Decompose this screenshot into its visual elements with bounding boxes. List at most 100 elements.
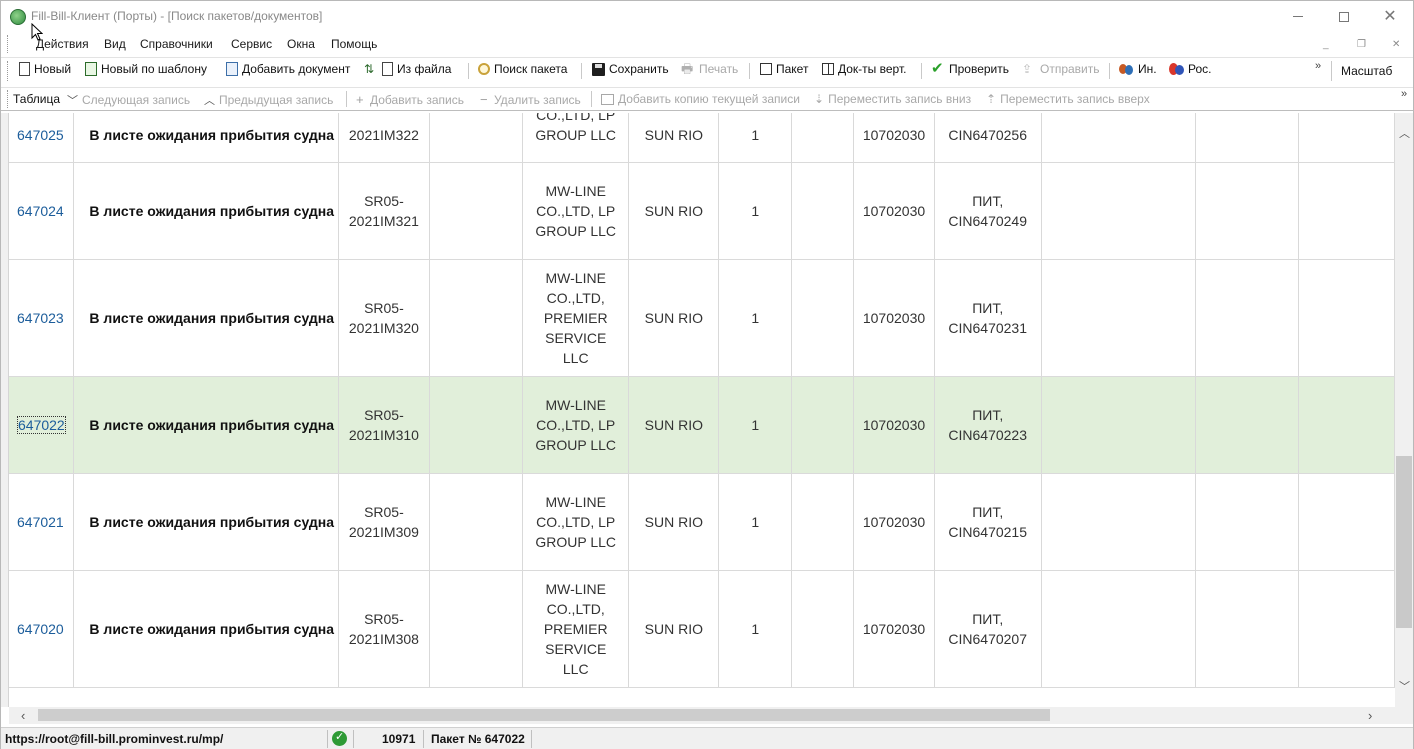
cell-vessel[interactable]: SUN RIO — [628, 473, 720, 571]
cell-empty[interactable] — [1195, 113, 1299, 163]
scroll-up-icon[interactable]: ︿ — [1399, 125, 1410, 141]
add-record-button[interactable]: + Добавить запись — [356, 92, 464, 107]
cell-empty[interactable] — [1041, 162, 1196, 260]
cell-code[interactable]: 10702030 — [853, 162, 935, 260]
menu-references[interactable]: Справочники — [140, 37, 213, 51]
cell-vessel[interactable]: SUN RIO — [628, 113, 720, 163]
menu-help[interactable]: Помощь — [331, 37, 377, 51]
cell-status[interactable]: В листе ожидания прибытия судна — [73, 376, 340, 474]
close-button[interactable]: ✕ — [1367, 1, 1413, 32]
package-button[interactable]: Пакет — [760, 62, 808, 76]
cell-package-id[interactable]: 647025 — [9, 113, 75, 163]
add-document-button[interactable]: Добавить документ — [226, 62, 350, 76]
cell-package-id[interactable]: 647022 — [9, 376, 75, 474]
menu-service[interactable]: Сервис — [231, 37, 272, 51]
toolbar-overflow-icon[interactable]: » — [1315, 60, 1321, 72]
cell-empty[interactable] — [1298, 473, 1395, 571]
cell-company[interactable]: MW-LINE CO.,LTD, PREMIER SERVICE LLC — [522, 259, 630, 377]
cell-empty[interactable] — [429, 259, 524, 377]
table-view-button[interactable]: Таблица — [13, 92, 60, 106]
mdi-close-icon[interactable]: ✕ — [1392, 39, 1400, 50]
vertical-scrollbar[interactable]: ︿ ﹀ — [1395, 113, 1413, 707]
horizontal-scroll-thumb[interactable] — [38, 709, 1050, 721]
cell-empty[interactable] — [1195, 570, 1299, 688]
move-up-button[interactable]: ⇡ Переместить запись вверх — [986, 92, 1150, 106]
cell-pit[interactable]: CIN6470256 — [934, 113, 1042, 163]
menubar-grip[interactable] — [7, 35, 10, 53]
cell-vessel[interactable]: SUN RIO — [628, 570, 720, 688]
cell-pit[interactable]: ПИТ, CIN6470249 — [934, 162, 1042, 260]
cell-reference[interactable]: SR05- 2021IM309 — [338, 473, 430, 571]
cell-code[interactable]: 10702030 — [853, 376, 935, 474]
cell-vessel[interactable]: SUN RIO — [628, 162, 720, 260]
cell-status[interactable]: В листе ожидания прибытия судна — [73, 570, 340, 688]
table-row[interactable]: 647023 В листе ожидания прибытия судна SR0… — [9, 259, 1395, 377]
cell-empty[interactable] — [1041, 570, 1196, 688]
table-row[interactable]: 647022 В листе ожидания прибытия судна SR0… — [9, 376, 1395, 474]
cell-quantity[interactable]: 1 — [718, 162, 793, 260]
cell-code[interactable]: 10702030 — [853, 259, 935, 377]
cell-empty[interactable] — [791, 113, 855, 163]
russian-button[interactable]: Рос. — [1169, 62, 1211, 76]
cell-empty[interactable] — [1195, 259, 1299, 377]
cell-empty[interactable] — [1041, 259, 1196, 377]
docs-vertical-button[interactable]: Док-ты верт. — [822, 62, 906, 76]
from-file-button[interactable]: ⇅ Из файла — [364, 62, 451, 76]
move-down-button[interactable]: ⇣ Переместить запись вниз — [814, 92, 971, 106]
cell-package-id[interactable]: 647024 — [9, 162, 75, 260]
cell-empty[interactable] — [1298, 376, 1395, 474]
menu-view[interactable]: Вид — [104, 37, 126, 51]
new-button[interactable]: Новый — [19, 62, 71, 76]
cell-empty[interactable] — [1041, 376, 1196, 474]
cell-status[interactable]: В листе ожидания прибытия судна — [73, 259, 340, 377]
scroll-down-icon[interactable]: ﹀ — [1399, 678, 1410, 694]
cell-code[interactable]: 10702030 — [853, 473, 935, 571]
scroll-right-icon[interactable]: › — [1368, 708, 1372, 723]
cell-company[interactable]: MW-LINE CO.,LTD, LP GROUP LLC — [522, 376, 630, 474]
cell-empty[interactable] — [791, 162, 855, 260]
cell-code[interactable]: 10702030 — [853, 570, 935, 688]
cell-package-id[interactable]: 647021 — [9, 473, 75, 571]
cell-company[interactable]: MW-LINE CO.,LTD, LP GROUP LLC — [522, 473, 630, 571]
cell-quantity[interactable]: 1 — [718, 570, 793, 688]
cell-empty[interactable] — [1298, 162, 1395, 260]
delete-record-button[interactable]: − Удалить запись — [480, 92, 581, 107]
cell-company[interactable]: MW-LINE CO.,LTD, PREMIER SERVICE LLC — [522, 570, 630, 688]
maximize-button[interactable] — [1321, 1, 1367, 32]
cell-pit[interactable]: ПИТ, CIN6470231 — [934, 259, 1042, 377]
cell-empty[interactable] — [1195, 473, 1299, 571]
table-row[interactable]: 647025 В листе ожидания прибытия судна 202… — [9, 113, 1395, 163]
horizontal-scrollbar[interactable]: ‹ › — [9, 707, 1395, 724]
cell-empty[interactable] — [791, 473, 855, 571]
toolbar-grip[interactable] — [7, 61, 10, 81]
table-row[interactable]: 647021 В листе ожидания прибытия судна SR0… — [9, 473, 1395, 571]
cell-pit[interactable]: ПИТ, CIN6470215 — [934, 473, 1042, 571]
cell-vessel[interactable]: SUN RIO — [628, 376, 720, 474]
print-button[interactable]: 🖶 Печать — [681, 62, 738, 77]
table-row[interactable]: 647024 В листе ожидания прибытия судна SR0… — [9, 162, 1395, 260]
menu-actions[interactable]: Действия — [36, 37, 89, 51]
cell-quantity[interactable]: 1 — [718, 376, 793, 474]
cell-code[interactable]: 10702030 — [853, 113, 935, 163]
cell-quantity[interactable]: 1 — [718, 113, 793, 163]
cell-empty[interactable] — [1195, 376, 1299, 474]
copy-record-button[interactable]: Добавить копию текущей записи — [601, 92, 800, 106]
cell-empty[interactable] — [429, 473, 524, 571]
mdi-restore-icon[interactable]: ❐ — [1357, 39, 1366, 50]
cell-reference[interactable]: SR05- 2021IM321 — [338, 162, 430, 260]
menu-windows[interactable]: Окна — [287, 37, 315, 51]
cell-reference[interactable]: SR05- 2021IM320 — [338, 259, 430, 377]
cell-status[interactable]: В листе ожидания прибытия судна — [73, 473, 340, 571]
cell-package-id[interactable]: 647023 — [9, 259, 75, 377]
cell-empty[interactable] — [1195, 162, 1299, 260]
scroll-left-icon[interactable]: ‹ — [21, 708, 25, 723]
toolbar2-overflow-icon[interactable]: » — [1401, 88, 1407, 100]
cell-empty[interactable] — [429, 570, 524, 688]
toolbar-grip[interactable] — [7, 90, 10, 108]
cell-status[interactable]: В листе ожидания прибытия судна — [73, 162, 340, 260]
cell-company[interactable]: MW-LINE CO.,LTD, LP GROUP LLC — [522, 162, 630, 260]
cell-empty[interactable] — [1298, 259, 1395, 377]
mdi-minimize-icon[interactable]: _ — [1323, 39, 1329, 50]
check-button[interactable]: ✔ Проверить — [931, 61, 1009, 76]
next-record-button[interactable]: ﹀ Следующая запись — [67, 92, 190, 108]
